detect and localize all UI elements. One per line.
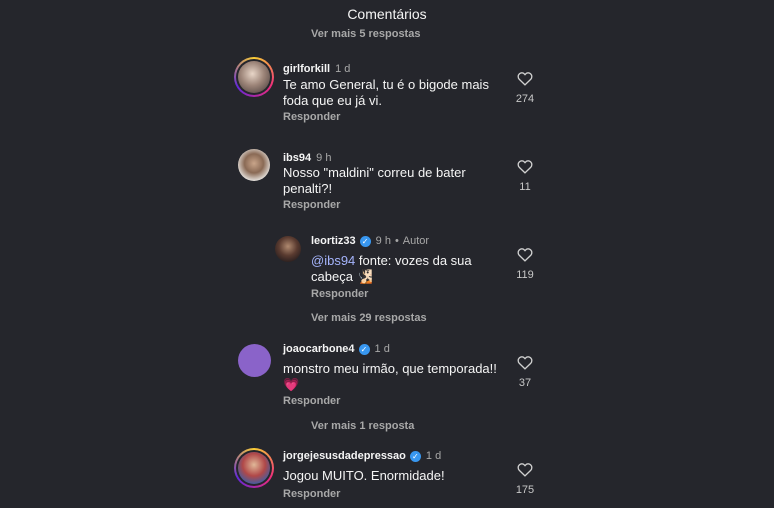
heart-outline-icon[interactable] <box>517 71 533 86</box>
avatar-image-girlforkill <box>238 61 270 93</box>
verified-badge-icon: ✓ <box>358 343 370 355</box>
comment-username[interactable]: girlforkill <box>283 63 330 75</box>
reply-text: @ibs94 fonte: vozes da sua cabeça 🧏🏻 <box>311 253 511 285</box>
comment-text: monstro meu irmão, que temporada!! 💗 <box>283 361 497 392</box>
comment-time: 1 d <box>335 63 351 75</box>
like-group: 175 <box>510 462 540 496</box>
mention-link[interactable]: @ibs94 <box>311 253 355 268</box>
like-group: 11 <box>510 159 540 193</box>
reply-time: 9 h <box>375 235 391 247</box>
comment-username[interactable]: ibs94 <box>283 152 311 164</box>
reply-username[interactable]: leortiz33 <box>311 235 356 247</box>
comment-time: 1 d <box>425 450 442 462</box>
avatar[interactable] <box>238 344 271 377</box>
view-more-replies-top[interactable]: Ver mais 5 respostas <box>311 28 420 40</box>
comment-time: 9 h <box>316 152 332 164</box>
like-count: 11 <box>519 181 531 193</box>
avatar[interactable] <box>234 57 274 97</box>
author-separator: • <box>394 235 399 247</box>
heart-outline-icon[interactable] <box>517 159 533 174</box>
view-more-replies[interactable]: Ver mais 1 resposta <box>311 420 414 432</box>
reply-button[interactable]: Responder <box>283 111 340 123</box>
heart-outline-icon[interactable] <box>517 462 533 477</box>
heart-outline-icon[interactable] <box>517 247 533 262</box>
avatar[interactable] <box>275 236 301 262</box>
verified-badge-icon: ✓ <box>409 450 421 462</box>
avatar-image-jorgejesusdadepressao <box>238 452 270 484</box>
comment-text: Jogou MUITO. Enormidade! <box>283 468 445 483</box>
avatar[interactable] <box>234 448 274 488</box>
like-count: 175 <box>515 484 535 496</box>
view-more-replies[interactable]: Ver mais 29 respostas <box>311 312 427 324</box>
like-count: 37 <box>518 377 532 389</box>
heart-outline-icon[interactable] <box>517 355 533 370</box>
like-group: 119 <box>510 247 540 281</box>
reply-button[interactable]: Responder <box>283 488 340 500</box>
like-count: 274 <box>515 93 535 105</box>
verified-badge-icon: ✓ <box>359 235 371 247</box>
reply-button[interactable]: Responder <box>311 288 368 300</box>
reply-button[interactable]: Responder <box>283 199 340 211</box>
author-label: Autor <box>402 235 430 247</box>
comment-username[interactable]: joaocarbone4 <box>283 343 355 355</box>
like-count: 119 <box>516 269 534 281</box>
like-group: 37 <box>510 355 540 389</box>
comment-username[interactable]: jorgejesusdadepressao <box>283 450 406 462</box>
reply-button[interactable]: Responder <box>283 395 340 407</box>
comment-text: Nosso "maldini" correu de bater penalti?… <box>283 165 466 196</box>
comment-time: 1 d <box>374 343 390 355</box>
avatar[interactable] <box>238 149 270 181</box>
like-group: 274 <box>510 71 540 105</box>
page-title: Comentários <box>347 6 427 22</box>
comment-text: Te amo General, tu é o bigode mais foda … <box>283 77 489 108</box>
